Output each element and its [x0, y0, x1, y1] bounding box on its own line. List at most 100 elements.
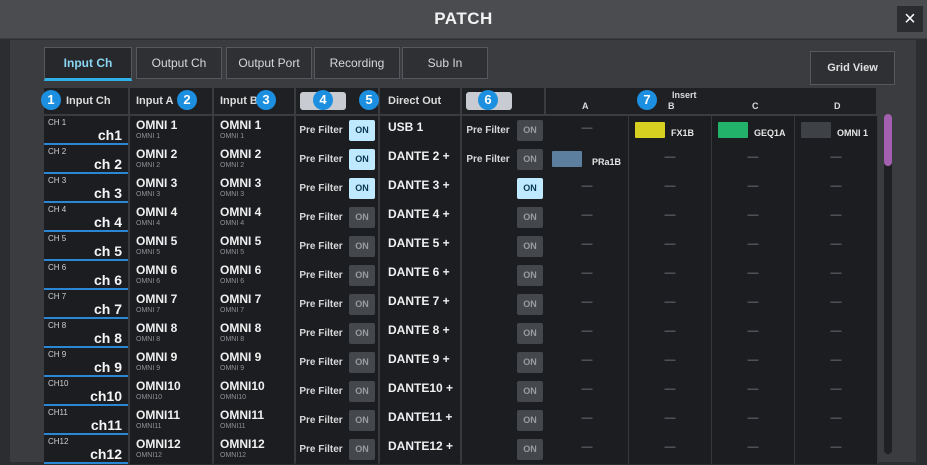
insert-on-button[interactable]: ON [517, 236, 543, 257]
direct-out-cell[interactable]: DANTE 5 + [380, 232, 461, 261]
insert-on-button[interactable]: ON [517, 381, 543, 402]
insert-slot-c[interactable]: — [712, 174, 795, 203]
insert-on-button[interactable]: ON [517, 410, 543, 431]
input-ch-cell[interactable]: CH12 ch12 [44, 435, 129, 464]
input-a-cell[interactable]: OMNI 8 OMNI 8 [130, 319, 213, 348]
input-b-cell[interactable]: OMNI12 OMNI12 [214, 435, 295, 464]
insert-on-button[interactable]: ON [517, 323, 543, 344]
input-a-cell[interactable]: OMNI 6 OMNI 6 [130, 261, 213, 290]
scrollbar-thumb[interactable] [884, 114, 892, 166]
insert-prefilter-button[interactable] [462, 319, 515, 348]
insert-on-button[interactable]: ON [517, 120, 543, 141]
prefilter-button[interactable]: Pre Filter [296, 116, 347, 145]
insert-prefilter-button[interactable] [462, 377, 515, 406]
input-ch-cell[interactable]: CH 1 ch1 [44, 116, 129, 145]
insert-slot-b[interactable]: — [629, 348, 712, 377]
insert-prefilter-button[interactable] [462, 261, 515, 290]
direct-out-cell[interactable]: DANTE 6 + [380, 261, 461, 290]
input-a-cell[interactable]: OMNI12 OMNI12 [130, 435, 213, 464]
input-ch-cell[interactable]: CH 2 ch 2 [44, 145, 129, 174]
direct-out-on-button[interactable]: ON [349, 410, 375, 431]
direct-out-on-button[interactable]: ON [349, 236, 375, 257]
direct-out-on-button[interactable]: ON [349, 120, 375, 141]
direct-out-cell[interactable]: DANTE 7 + [380, 290, 461, 319]
input-a-cell[interactable]: OMNI 3 OMNI 3 [130, 174, 213, 203]
insert-slot-b[interactable]: — [629, 406, 712, 435]
direct-out-on-button[interactable]: ON [349, 439, 375, 460]
direct-out-on-button[interactable]: ON [349, 207, 375, 228]
input-a-cell[interactable]: OMNI 5 OMNI 5 [130, 232, 213, 261]
insert-on-button[interactable]: ON [517, 207, 543, 228]
insert-slot-b[interactable]: — [629, 290, 712, 319]
insert-slot-d[interactable]: — [795, 203, 878, 232]
insert-slot-d[interactable]: — [795, 232, 878, 261]
prefilter-button[interactable]: Pre Filter [296, 435, 347, 464]
input-a-cell[interactable]: OMNI10 OMNI10 [130, 377, 213, 406]
prefilter-button[interactable]: Pre Filter [296, 290, 347, 319]
insert-slot-a[interactable]: — [546, 377, 629, 406]
insert-slot-c[interactable]: — [712, 435, 795, 464]
insert-on-button[interactable]: ON [517, 149, 543, 170]
direct-out-on-button[interactable]: ON [349, 381, 375, 402]
insert-slot-b[interactable]: — [629, 435, 712, 464]
insert-prefilter-button[interactable] [462, 348, 515, 377]
prefilter-button[interactable]: Pre Filter [296, 145, 347, 174]
input-a-cell[interactable]: OMNI 4 OMNI 4 [130, 203, 213, 232]
insert-prefilter-button[interactable] [462, 232, 515, 261]
insert-slot-d[interactable]: — [795, 145, 878, 174]
prefilter-button[interactable]: Pre Filter [296, 406, 347, 435]
direct-out-on-button[interactable]: ON [349, 323, 375, 344]
direct-out-cell[interactable]: DANTE12 + [380, 435, 461, 464]
input-b-cell[interactable]: OMNI 4 OMNI 4 [214, 203, 295, 232]
insert-slot-b[interactable]: — [629, 319, 712, 348]
insert-slot-b[interactable]: — [629, 261, 712, 290]
insert-slot-c[interactable]: — [712, 145, 795, 174]
insert-on-button[interactable]: ON [517, 352, 543, 373]
insert-on-button[interactable]: ON [517, 178, 543, 199]
direct-out-cell[interactable]: DANTE 9 + [380, 348, 461, 377]
insert-slot-d[interactable]: — [795, 174, 878, 203]
insert-slot-a[interactable]: — [546, 116, 629, 145]
input-ch-cell[interactable]: CH 6 ch 6 [44, 261, 129, 290]
insert-prefilter-button[interactable]: Pre Filter [462, 116, 515, 145]
input-b-cell[interactable]: OMNI 9 OMNI 9 [214, 348, 295, 377]
input-ch-cell[interactable]: CH 7 ch 7 [44, 290, 129, 319]
insert-slot-c[interactable]: — [712, 290, 795, 319]
insert-slot-d[interactable]: — [795, 261, 878, 290]
insert-prefilter-button[interactable] [462, 290, 515, 319]
input-ch-cell[interactable]: CH 5 ch 5 [44, 232, 129, 261]
prefilter-button[interactable]: Pre Filter [296, 377, 347, 406]
insert-prefilter-button[interactable] [462, 406, 515, 435]
insert-slot-b[interactable]: — [629, 203, 712, 232]
input-a-cell[interactable]: OMNI 9 OMNI 9 [130, 348, 213, 377]
insert-slot-a[interactable]: — [546, 203, 629, 232]
insert-slot-a[interactable]: — [546, 290, 629, 319]
insert-slot-c[interactable]: — [712, 377, 795, 406]
prefilter-button[interactable]: Pre Filter [296, 261, 347, 290]
insert-prefilter-button[interactable] [462, 174, 515, 203]
direct-out-cell[interactable]: DANTE 3 + [380, 174, 461, 203]
input-ch-cell[interactable]: CH11 ch11 [44, 406, 129, 435]
tab-input-ch[interactable]: Input Ch [44, 47, 132, 81]
direct-out-cell[interactable]: USB 1 [380, 116, 461, 145]
tab-output-ch[interactable]: Output Ch [136, 47, 222, 79]
insert-slot-c[interactable]: — [712, 348, 795, 377]
direct-out-cell[interactable]: DANTE11 + [380, 406, 461, 435]
grid-view-button[interactable]: Grid View [810, 51, 895, 85]
prefilter-button[interactable]: Pre Filter [296, 232, 347, 261]
input-b-cell[interactable]: OMNI 2 OMNI 2 [214, 145, 295, 174]
insert-slot-b[interactable]: — [629, 232, 712, 261]
insert-slot-d[interactable]: — [795, 319, 878, 348]
prefilter-button[interactable]: Pre Filter [296, 348, 347, 377]
direct-out-on-button[interactable]: ON [349, 178, 375, 199]
prefilter-button[interactable]: Pre Filter [296, 174, 347, 203]
direct-out-cell[interactable]: DANTE 4 + [380, 203, 461, 232]
insert-slot-c[interactable]: GEQ1A [712, 116, 795, 145]
input-b-cell[interactable]: OMNI 3 OMNI 3 [214, 174, 295, 203]
input-b-cell[interactable]: OMNI11 OMNI11 [214, 406, 295, 435]
direct-out-on-button[interactable]: ON [349, 352, 375, 373]
insert-slot-c[interactable]: — [712, 406, 795, 435]
direct-out-cell[interactable]: DANTE 2 + [380, 145, 461, 174]
insert-slot-b[interactable]: — [629, 377, 712, 406]
insert-prefilter-button[interactable] [462, 203, 515, 232]
